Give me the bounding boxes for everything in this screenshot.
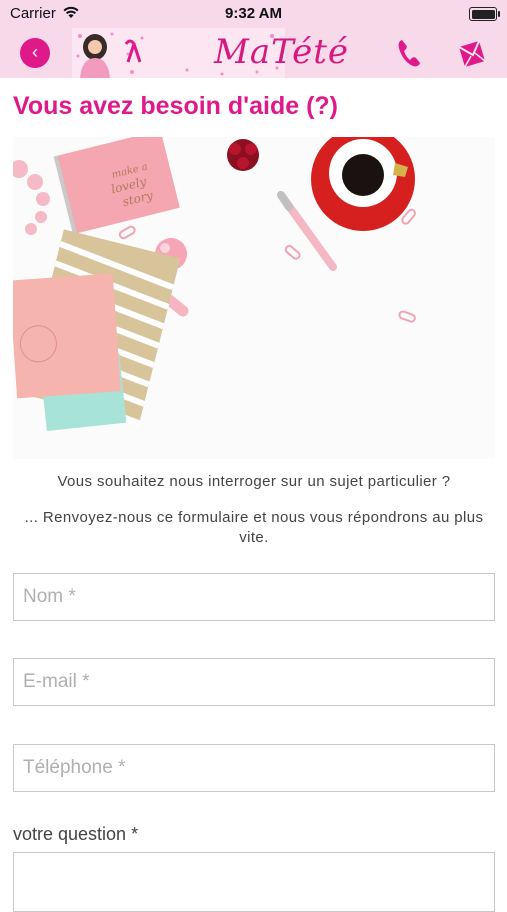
phone-icon[interactable] (396, 38, 422, 68)
back-button[interactable]: ‹ (20, 38, 50, 68)
chevron-left-icon: ‹ (32, 42, 38, 62)
page-title: Vous avez besoin d'aide (?) (13, 92, 338, 120)
intro-instruction: ... Renvoyez-nous ce formulaire et nous … (24, 509, 484, 546)
intro-question: Vous souhaitez nous interroger sur un su… (57, 473, 451, 490)
question-textarea[interactable] (13, 852, 495, 912)
logo-text: MaTété (214, 32, 350, 72)
name-field[interactable] (13, 573, 495, 621)
hero-image: make a lovely story (13, 137, 495, 459)
app-logo: MaTété (72, 28, 348, 78)
phone-field[interactable] (13, 744, 495, 792)
question-label: votre question * (13, 824, 139, 844)
mail-icon[interactable] (457, 39, 489, 67)
email-field[interactable] (13, 658, 495, 706)
status-bar: Carrier 9:32 AM (0, 0, 507, 28)
status-time: 9:32 AM (225, 5, 282, 22)
app-header: ‹ MaTété (0, 28, 507, 78)
battery-icon (469, 7, 500, 21)
